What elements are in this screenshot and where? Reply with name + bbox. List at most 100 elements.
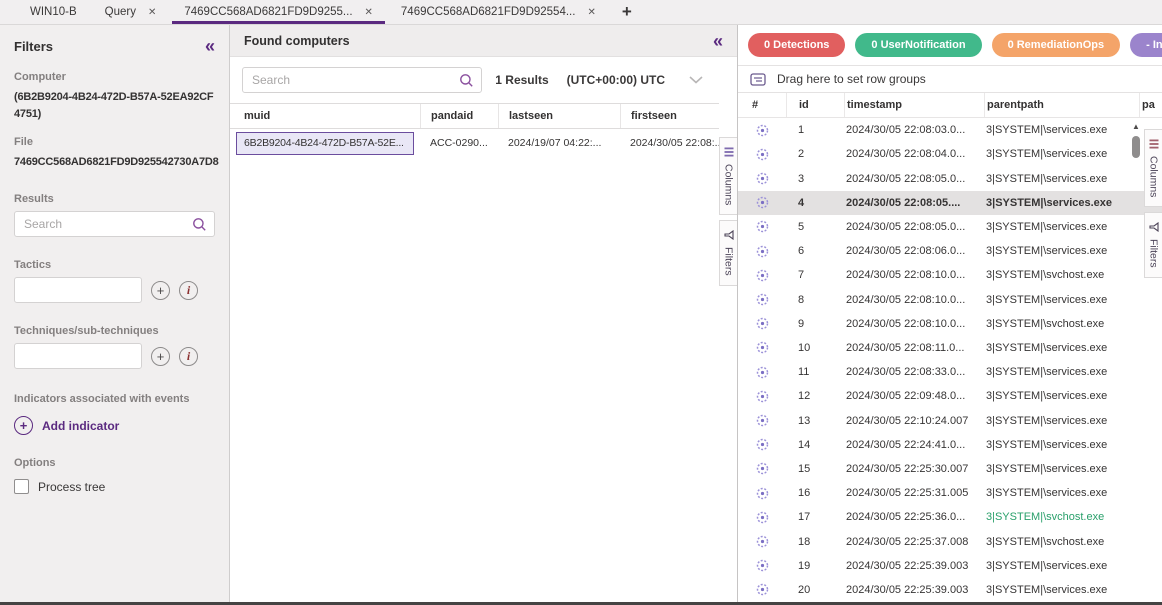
event-row[interactable]: 62024/30/05 22:08:06.0...3|SYSTEM|\servi…	[738, 239, 1162, 263]
event-row[interactable]: 122024/30/05 22:09:48.0...3|SYSTEM|\serv…	[738, 384, 1162, 408]
timezone-label: (UTC+00:00) UTC	[567, 73, 665, 87]
event-row[interactable]: 142024/30/05 22:24:41.0...3|SYSTEM|\serv…	[738, 433, 1162, 457]
column-header-id[interactable]: id	[786, 93, 844, 117]
event-parentpath: 3|SYSTEM|\services.exe	[984, 173, 1139, 185]
pill-0-remediationops[interactable]: 0 RemediationOps	[992, 33, 1121, 57]
process-gear-icon[interactable]	[738, 365, 786, 380]
event-row[interactable]: 22024/30/05 22:08:04.0...3|SYSTEM|\servi…	[738, 142, 1162, 166]
process-gear-icon[interactable]	[738, 413, 786, 428]
pill-indicators[interactable]: - Indicators	[1130, 33, 1162, 57]
tab-file-query-2[interactable]: 7469CC568AD6821FD9D92554... ✕	[387, 0, 610, 24]
process-gear-icon[interactable]	[738, 195, 786, 210]
techniques-info-icon[interactable]: i	[179, 347, 198, 366]
event-row[interactable]: 152024/30/05 22:25:30.0073|SYSTEM|\servi…	[738, 457, 1162, 481]
event-row[interactable]: 132024/30/05 22:10:24.0073|SYSTEM|\servi…	[738, 408, 1162, 432]
row-groups-dropzone[interactable]: Drag here to set row groups	[738, 65, 1162, 93]
tab-file-query-1[interactable]: 7469CC568AD6821FD9D9255... ✕	[170, 0, 387, 24]
event-timestamp: 2024/30/05 22:08:10.0...	[844, 294, 984, 306]
column-header-pa[interactable]: pa	[1139, 93, 1162, 117]
new-tab-button[interactable]: +	[610, 0, 644, 24]
column-header-hash[interactable]: #	[738, 93, 786, 117]
close-icon[interactable]: ✕	[587, 7, 595, 18]
process-gear-icon[interactable]	[738, 316, 786, 331]
tab-query[interactable]: Query ✕	[91, 0, 171, 24]
firstseen-cell[interactable]: 2024/30/05 22:08:...	[620, 137, 719, 149]
columns-icon	[724, 147, 734, 157]
process-gear-icon[interactable]	[738, 268, 786, 283]
event-row[interactable]: 12024/30/05 22:08:03.0...3|SYSTEM|\servi…	[738, 118, 1162, 142]
process-gear-icon[interactable]	[738, 461, 786, 476]
results-search-input[interactable]	[24, 217, 188, 231]
chevron-down-icon[interactable]	[689, 76, 703, 84]
event-row[interactable]: 172024/30/05 22:25:36.0...3|SYSTEM|\svch…	[738, 505, 1162, 529]
event-row[interactable]: 102024/30/05 22:08:11.0...3|SYSTEM|\serv…	[738, 336, 1162, 360]
tab-columns[interactable]: Columns	[1144, 129, 1162, 207]
event-row[interactable]: 72024/30/05 22:08:10.0...3|SYSTEM|\svcho…	[738, 263, 1162, 287]
tab-filters[interactable]: Filters	[1144, 212, 1162, 278]
muid-cell-selected[interactable]: 6B2B9204-4B24-472D-B57A-52E...	[236, 132, 414, 155]
event-row[interactable]: 92024/30/05 22:08:10.0...3|SYSTEM|\svcho…	[738, 312, 1162, 336]
event-id: 5	[786, 221, 844, 233]
lastseen-cell[interactable]: 2024/19/07 04:22:...	[498, 137, 620, 149]
event-row[interactable]: 182024/30/05 22:25:37.0083|SYSTEM|\svcho…	[738, 529, 1162, 553]
column-header-firstseen[interactable]: firstseen	[620, 104, 719, 128]
computer-row[interactable]: 6B2B9204-4B24-472D-B57A-52E... ACC-0290.…	[230, 129, 719, 157]
process-gear-icon[interactable]	[738, 437, 786, 452]
add-indicator-button[interactable]: + Add indicator	[14, 416, 215, 435]
event-timestamp: 2024/30/05 22:08:33.0...	[844, 366, 984, 378]
process-gear-icon[interactable]	[738, 123, 786, 138]
process-tree-checkbox[interactable]	[14, 479, 29, 494]
event-row[interactable]: 192024/30/05 22:25:39.0033|SYSTEM|\servi…	[738, 554, 1162, 578]
tactics-input[interactable]	[14, 277, 142, 303]
file-value: 7469CC568AD6821FD9D925542730A7D8	[14, 154, 215, 171]
event-id: 18	[786, 536, 844, 548]
search-icon	[459, 73, 474, 88]
process-gear-icon[interactable]	[738, 171, 786, 186]
column-header-lastseen[interactable]: lastseen	[498, 104, 620, 128]
column-header-muid[interactable]: muid	[230, 104, 420, 128]
process-gear-icon[interactable]	[738, 558, 786, 573]
scrollbar-thumb[interactable]	[1132, 136, 1140, 158]
process-gear-icon[interactable]	[738, 486, 786, 501]
process-gear-icon[interactable]	[738, 244, 786, 259]
column-header-timestamp[interactable]: timestamp	[844, 93, 984, 117]
add-technique-button[interactable]: +	[151, 347, 170, 366]
event-row[interactable]: 112024/30/05 22:08:33.0...3|SYSTEM|\serv…	[738, 360, 1162, 384]
tab-filters[interactable]: Filters	[719, 220, 737, 286]
process-gear-icon[interactable]	[738, 219, 786, 234]
pill-0-usernotification[interactable]: 0 UserNotification	[855, 33, 981, 57]
event-id: 4	[786, 197, 844, 209]
filter-funnel-icon	[724, 230, 734, 240]
techniques-input[interactable]	[14, 343, 142, 369]
process-gear-icon[interactable]	[738, 292, 786, 307]
pill-0-detections[interactable]: 0 Detections	[748, 33, 845, 57]
scroll-up-icon[interactable]: ▲	[1132, 123, 1140, 131]
process-gear-icon[interactable]	[738, 147, 786, 162]
event-row[interactable]: 32024/30/05 22:08:05.0...3|SYSTEM|\servi…	[738, 166, 1162, 190]
add-tactic-button[interactable]: +	[151, 281, 170, 300]
tab-bar: WIN10-B Query ✕ 7469CC568AD6821FD9D9255.…	[0, 0, 1162, 25]
close-icon[interactable]: ✕	[148, 7, 156, 18]
tab-win10-b[interactable]: WIN10-B	[16, 0, 91, 24]
collapse-panel-icon[interactable]: «	[713, 32, 723, 50]
column-header-parentpath[interactable]: parentpath	[984, 93, 1139, 117]
event-row[interactable]: 162024/30/05 22:25:31.0053|SYSTEM|\servi…	[738, 481, 1162, 505]
events-scrollbar[interactable]: ▲	[1130, 123, 1142, 158]
pandaid-cell[interactable]: ACC-0290...	[420, 137, 498, 149]
event-row[interactable]: 82024/30/05 22:08:10.0...3|SYSTEM|\servi…	[738, 287, 1162, 311]
event-row[interactable]: 202024/30/05 22:25:39.0033|SYSTEM|\servi…	[738, 578, 1162, 602]
event-row[interactable]: 42024/30/05 22:08:05....3|SYSTEM|\servic…	[738, 191, 1162, 215]
process-gear-icon[interactable]	[738, 534, 786, 549]
column-header-pandaid[interactable]: pandaid	[420, 104, 498, 128]
tactics-info-icon[interactable]: i	[179, 281, 198, 300]
tab-columns[interactable]: Columns	[719, 137, 737, 215]
computers-search-input[interactable]	[252, 73, 455, 87]
search-icon	[192, 217, 207, 232]
process-gear-icon[interactable]	[738, 389, 786, 404]
process-gear-icon[interactable]	[738, 582, 786, 597]
collapse-panel-icon[interactable]: «	[205, 37, 215, 55]
event-row[interactable]: 52024/30/05 22:08:05.0...3|SYSTEM|\servi…	[738, 215, 1162, 239]
process-gear-icon[interactable]	[738, 510, 786, 525]
close-icon[interactable]: ✕	[365, 7, 373, 18]
process-gear-icon[interactable]	[738, 340, 786, 355]
